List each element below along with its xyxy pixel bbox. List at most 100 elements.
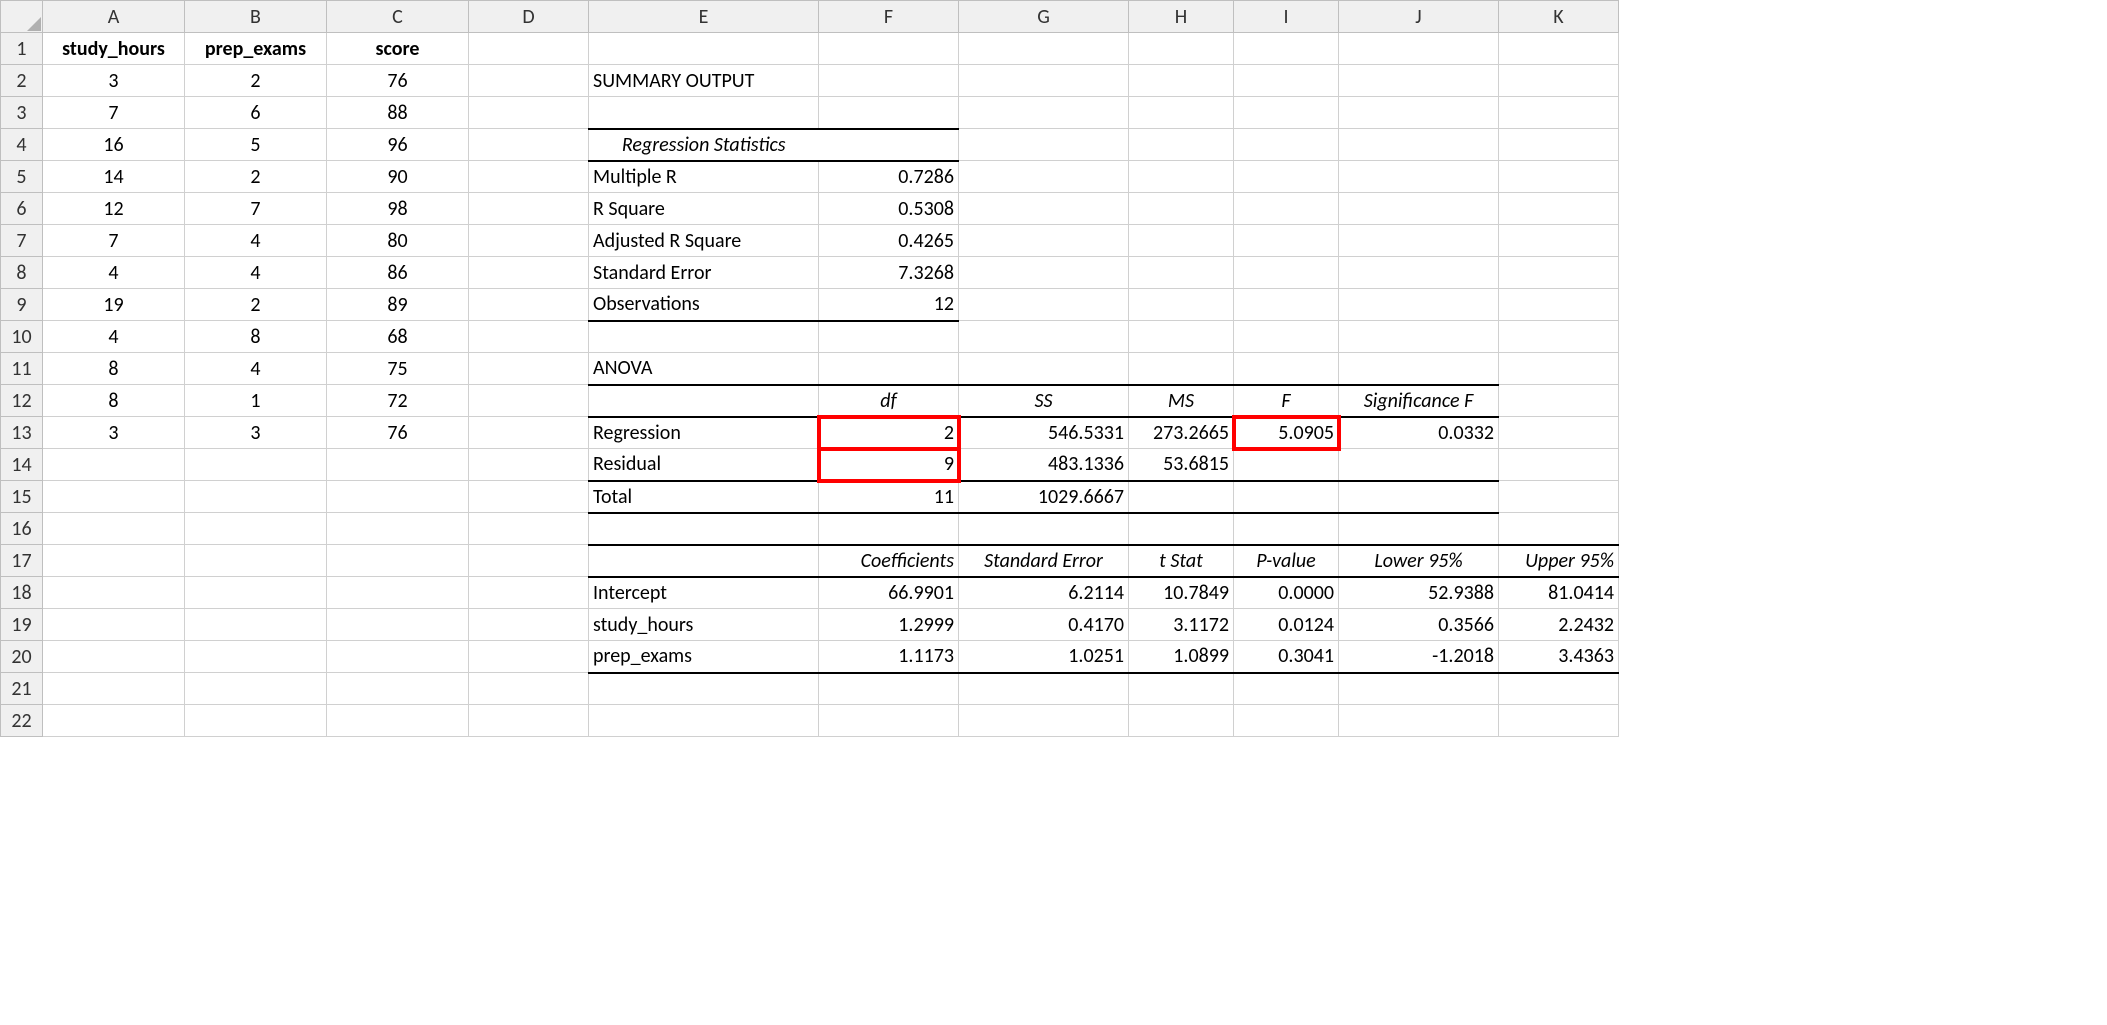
cell-C13[interactable]: 76 bbox=[327, 417, 469, 449]
cell[interactable] bbox=[1339, 481, 1499, 513]
cell[interactable] bbox=[327, 545, 469, 577]
cell[interactable] bbox=[819, 673, 959, 705]
col-header-H[interactable]: H bbox=[1129, 1, 1234, 33]
cell-E15[interactable]: Total bbox=[589, 481, 819, 513]
row-header-3[interactable]: 3 bbox=[1, 97, 43, 129]
spreadsheet-grid[interactable]: A B C D E F G H I J K 1 study_hours prep… bbox=[0, 0, 1619, 737]
cell-B11[interactable]: 4 bbox=[185, 353, 327, 385]
cell[interactable] bbox=[589, 321, 819, 353]
cell[interactable] bbox=[1499, 161, 1619, 193]
cell-B3[interactable]: 6 bbox=[185, 97, 327, 129]
cell[interactable] bbox=[185, 609, 327, 641]
cell-G19[interactable]: 0.4170 bbox=[959, 609, 1129, 641]
cell-A3[interactable]: 7 bbox=[43, 97, 185, 129]
cell-J20[interactable]: -1.2018 bbox=[1339, 641, 1499, 673]
cell[interactable] bbox=[1499, 321, 1619, 353]
cell-B5[interactable]: 2 bbox=[185, 161, 327, 193]
cell[interactable] bbox=[185, 577, 327, 609]
cell[interactable] bbox=[469, 609, 589, 641]
cell-E9[interactable]: Observations bbox=[589, 289, 819, 321]
cell[interactable] bbox=[1339, 257, 1499, 289]
select-all-corner[interactable] bbox=[1, 1, 43, 33]
cell-A13[interactable]: 3 bbox=[43, 417, 185, 449]
cell[interactable] bbox=[959, 65, 1129, 97]
cell[interactable] bbox=[819, 321, 959, 353]
cell[interactable] bbox=[1129, 705, 1234, 737]
cell-I20[interactable]: 0.3041 bbox=[1234, 641, 1339, 673]
row-header-9[interactable]: 9 bbox=[1, 289, 43, 321]
cell[interactable] bbox=[1234, 97, 1339, 129]
cell[interactable] bbox=[469, 129, 589, 161]
cell-G18[interactable]: 6.2114 bbox=[959, 577, 1129, 609]
cell-J12[interactable]: Significance F bbox=[1339, 385, 1499, 417]
cell[interactable] bbox=[959, 257, 1129, 289]
cell[interactable] bbox=[1129, 129, 1234, 161]
cell[interactable] bbox=[1129, 673, 1234, 705]
cell[interactable] bbox=[959, 193, 1129, 225]
cell[interactable] bbox=[1234, 289, 1339, 321]
col-header-C[interactable]: C bbox=[327, 1, 469, 33]
cell-K20[interactable]: 3.4363 bbox=[1499, 641, 1619, 673]
cell[interactable] bbox=[327, 705, 469, 737]
cell[interactable] bbox=[1339, 65, 1499, 97]
cell[interactable] bbox=[1129, 193, 1234, 225]
row-header-16[interactable]: 16 bbox=[1, 513, 43, 545]
cell[interactable] bbox=[43, 705, 185, 737]
cell[interactable] bbox=[1129, 353, 1234, 385]
cell[interactable] bbox=[959, 33, 1129, 65]
cell[interactable] bbox=[469, 353, 589, 385]
cell-J13[interactable]: 0.0332 bbox=[1339, 417, 1499, 449]
cell[interactable] bbox=[1234, 513, 1339, 545]
cell[interactable] bbox=[1499, 449, 1619, 481]
col-header-J[interactable]: J bbox=[1339, 1, 1499, 33]
cell[interactable] bbox=[959, 129, 1129, 161]
row-header-6[interactable]: 6 bbox=[1, 193, 43, 225]
cell-C2[interactable]: 76 bbox=[327, 65, 469, 97]
cell-J17[interactable]: Lower 95% bbox=[1339, 545, 1499, 577]
cell[interactable] bbox=[43, 673, 185, 705]
cell[interactable] bbox=[327, 449, 469, 481]
cell-G13[interactable]: 546.5331 bbox=[959, 417, 1129, 449]
row-header-2[interactable]: 2 bbox=[1, 65, 43, 97]
cell-A8[interactable]: 4 bbox=[43, 257, 185, 289]
cell-F18[interactable]: 66.9901 bbox=[819, 577, 959, 609]
cell[interactable] bbox=[1234, 257, 1339, 289]
cell[interactable] bbox=[589, 33, 819, 65]
cell[interactable] bbox=[959, 673, 1129, 705]
row-header-5[interactable]: 5 bbox=[1, 161, 43, 193]
col-header-F[interactable]: F bbox=[819, 1, 959, 33]
col-header-A[interactable]: A bbox=[43, 1, 185, 33]
cell-E11[interactable]: ANOVA bbox=[589, 353, 819, 385]
row-header-22[interactable]: 22 bbox=[1, 705, 43, 737]
cell[interactable] bbox=[1234, 673, 1339, 705]
cell-B12[interactable]: 1 bbox=[185, 385, 327, 417]
cell-G12[interactable]: SS bbox=[959, 385, 1129, 417]
cell-B4[interactable]: 5 bbox=[185, 129, 327, 161]
cell[interactable] bbox=[1499, 513, 1619, 545]
row-header-10[interactable]: 10 bbox=[1, 321, 43, 353]
cell[interactable] bbox=[1129, 257, 1234, 289]
cell[interactable] bbox=[1339, 33, 1499, 65]
cell[interactable] bbox=[469, 289, 589, 321]
cell-A6[interactable]: 12 bbox=[43, 193, 185, 225]
cell-A4[interactable]: 16 bbox=[43, 129, 185, 161]
row-header-17[interactable]: 17 bbox=[1, 545, 43, 577]
cell-E4[interactable]: Regression Statistics bbox=[589, 129, 819, 161]
cell-B13[interactable]: 3 bbox=[185, 417, 327, 449]
cell-E14[interactable]: Residual bbox=[589, 449, 819, 481]
cell[interactable] bbox=[469, 385, 589, 417]
cell-E19[interactable]: study_hours bbox=[589, 609, 819, 641]
cell[interactable] bbox=[1129, 33, 1234, 65]
cell[interactable] bbox=[469, 225, 589, 257]
cell[interactable] bbox=[185, 673, 327, 705]
cell[interactable] bbox=[1234, 193, 1339, 225]
cell-C8[interactable]: 86 bbox=[327, 257, 469, 289]
cell[interactable] bbox=[1129, 481, 1234, 513]
cell-C4[interactable]: 96 bbox=[327, 129, 469, 161]
cell[interactable] bbox=[819, 513, 959, 545]
cell[interactable] bbox=[469, 449, 589, 481]
cell[interactable] bbox=[1499, 705, 1619, 737]
cell-I12[interactable]: F bbox=[1234, 385, 1339, 417]
cell-E20[interactable]: prep_exams bbox=[589, 641, 819, 673]
cell[interactable] bbox=[1234, 129, 1339, 161]
